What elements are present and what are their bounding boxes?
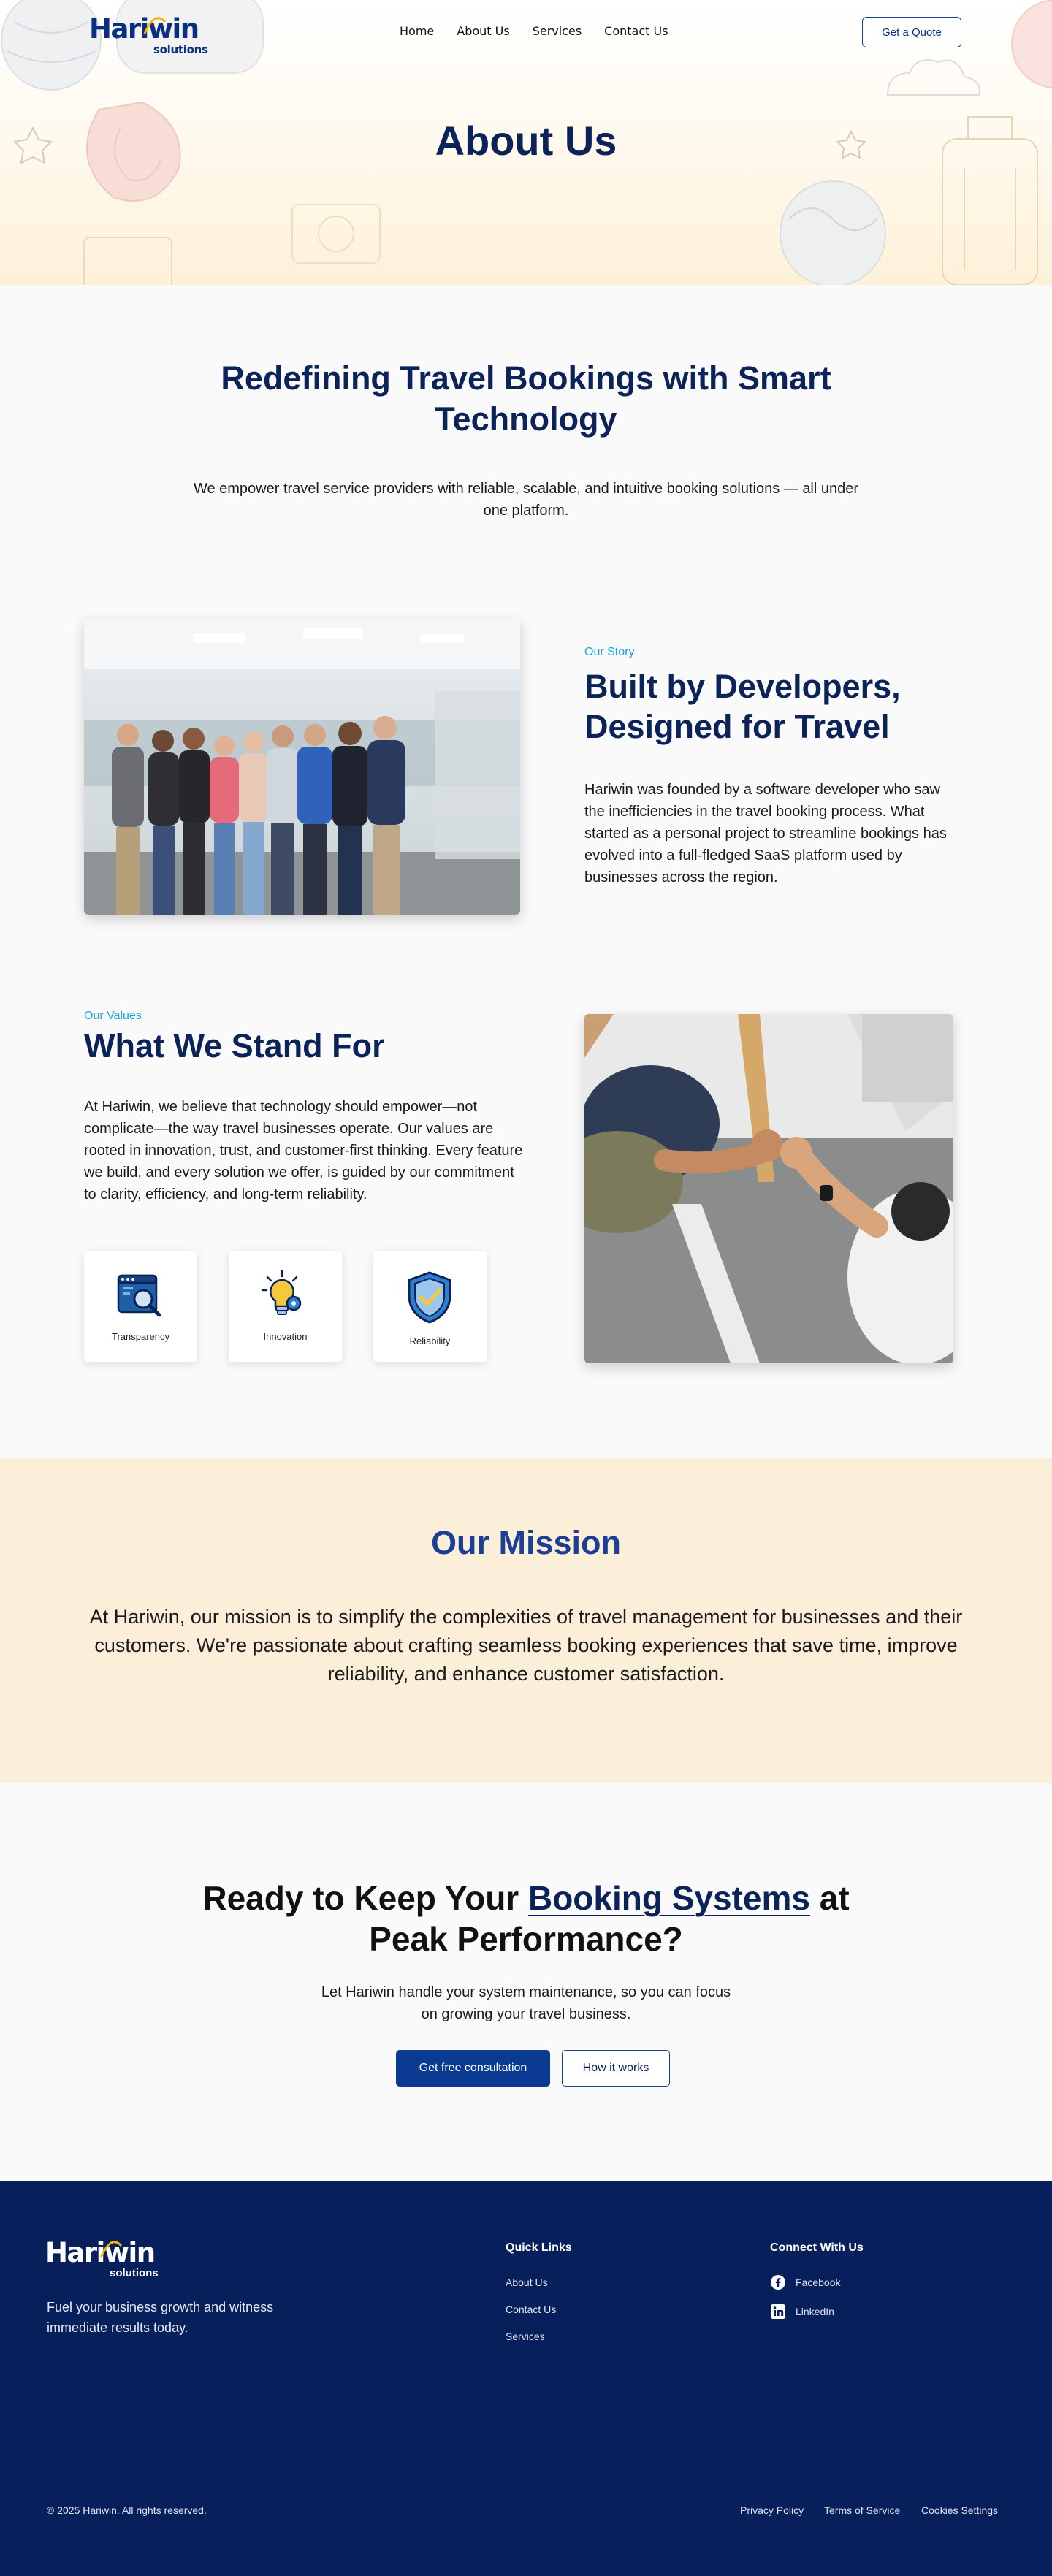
logo-swoosh-icon <box>143 17 167 34</box>
cta-heading-start: Ready to Keep Your <box>202 1879 528 1917</box>
cta-text: Let Hariwin handle your system maintenan… <box>321 1984 731 2022</box>
value-card-reliability: Reliability <box>373 1251 487 1362</box>
page-title: About Us <box>435 118 617 164</box>
footer-linkedin-label: LinkedIn <box>796 2306 834 2317</box>
values-text: At Hariwin, we believe that technology s… <box>84 1099 523 1203</box>
shield-check-icon <box>408 1271 451 1324</box>
quick-links-heading: Quick Links <box>506 2241 572 2254</box>
footer-logo-swoosh-icon <box>99 2241 123 2258</box>
hero-section: Hariwin solutions Home About Us Services… <box>0 0 1052 285</box>
value-card-innovation: Innovation <box>229 1251 342 1362</box>
mission-section: Our Mission At Hariwin, our mission is t… <box>0 1458 1052 1783</box>
footer-link-contact-us[interactable]: Contact Us <box>506 2303 556 2315</box>
value-label-innovation: Innovation <box>263 1331 308 1342</box>
nav-link-home[interactable]: Home <box>400 24 434 38</box>
intro-text: We empower travel service providers with… <box>193 481 859 519</box>
footer-logo-subtitle: solutions <box>110 2267 159 2279</box>
cta-heading-highlight: Booking Systems <box>527 1879 810 1917</box>
copyright-text: © 2025 Hariwin. All rights reserved. <box>47 2504 207 2516</box>
story-title: Built by Developers, Designed for Travel <box>584 668 901 745</box>
footer-tagline: Fuel your business growth and witness im… <box>47 2300 274 2335</box>
fist-bump-photo <box>584 1014 953 1363</box>
get-free-consultation-button[interactable]: Get free consultation <box>396 2050 550 2087</box>
footer-linkedin-link[interactable]: LinkedIn <box>770 2303 834 2320</box>
team-photo <box>84 618 520 915</box>
logo-subtitle: solutions <box>153 43 208 56</box>
values-title: What We Stand For <box>84 1027 385 1064</box>
privacy-policy-link[interactable]: Privacy Policy <box>740 2504 804 2516</box>
nav-link-contact-us[interactable]: Contact Us <box>604 24 668 38</box>
values-eyebrow: Our Values <box>84 1010 142 1022</box>
fist-bump-illustration <box>584 1014 953 1363</box>
team-photo-illustration <box>84 618 520 915</box>
how-it-works-button[interactable]: How it works <box>562 2050 670 2087</box>
footer-logo[interactable]: Hariwin solutions <box>45 2237 165 2279</box>
cta-heading: Ready to Keep Your Booking Systems at Pe… <box>197 1878 855 1959</box>
facebook-icon <box>771 2275 785 2290</box>
mission-text: At Hariwin, our mission is to simplify t… <box>89 1606 963 1685</box>
value-card-transparency: Transparency <box>84 1251 197 1362</box>
connect-heading: Connect With Us <box>770 2241 864 2254</box>
footer-facebook-label: Facebook <box>796 2276 841 2288</box>
nav-link-services[interactable]: Services <box>533 24 582 38</box>
footer-link-services[interactable]: Services <box>506 2331 545 2342</box>
story-text: Hariwin was founded by a software develo… <box>584 782 947 885</box>
site-footer: Hariwin solutions Fuel your business gro… <box>0 2181 1052 2576</box>
cookies-settings-link[interactable]: Cookies Settings <box>921 2504 998 2516</box>
footer-facebook-link[interactable]: Facebook <box>770 2274 840 2290</box>
story-eyebrow: Our Story <box>584 646 635 658</box>
nav-link-about-us[interactable]: About Us <box>457 24 509 38</box>
brand-logo[interactable]: Hariwin solutions <box>89 12 209 56</box>
value-label-reliability: Reliability <box>409 1335 451 1346</box>
value-label-transparency: Transparency <box>112 1331 169 1342</box>
footer-link-about-us[interactable]: About Us <box>506 2276 548 2288</box>
nav-links: Home About Us Services Contact Us <box>400 24 691 38</box>
lightbulb-gear-icon <box>261 1270 302 1315</box>
top-navbar: Hariwin solutions Home About Us Services… <box>0 0 1052 64</box>
terms-of-service-link[interactable]: Terms of Service <box>824 2504 900 2516</box>
intro-heading: Redefining Travel Bookings with Smart Te… <box>221 359 831 438</box>
magnifier-window-icon <box>117 1274 161 1317</box>
mission-title: Our Mission <box>430 1524 622 1561</box>
linkedin-icon <box>771 2304 785 2319</box>
get-a-quote-button[interactable]: Get a Quote <box>862 17 961 47</box>
